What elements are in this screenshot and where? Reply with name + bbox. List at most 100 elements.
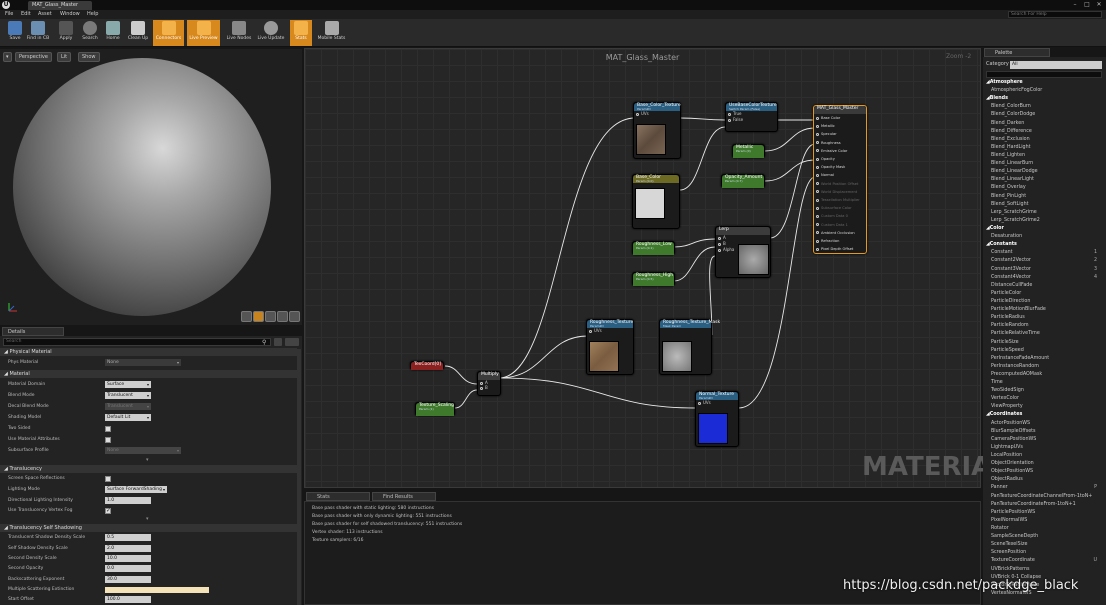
palette-item[interactable]: PanTextureCoordinateFrom-1toN+1: [986, 501, 1100, 509]
details-tab[interactable]: Details: [2, 327, 64, 336]
show-button[interactable]: Show: [78, 52, 100, 62]
minimize-icon[interactable]: –: [1070, 1, 1080, 8]
palette-item[interactable]: Lerp_ScratchGrime: [986, 209, 1100, 217]
second-density-scale-input[interactable]: 10.0: [105, 555, 151, 562]
palette-item[interactable]: Blend_LinearDodge: [986, 168, 1100, 176]
subsurface-profile-select[interactable]: None: [105, 447, 181, 454]
palette-item[interactable]: Panner P: [986, 484, 1100, 492]
expand-advanced-icon[interactable]: ▾: [146, 457, 149, 463]
node-roughness-high[interactable]: Roughness_High Param (0.5): [632, 272, 675, 286]
palette-item[interactable]: Blend_PinLight: [986, 193, 1100, 201]
node-multiply[interactable]: Multiply A B: [477, 371, 501, 396]
palette-item[interactable]: SampleSceneDepth: [986, 533, 1100, 541]
result-input-pin[interactable]: Tessellation Multiplier: [814, 196, 866, 204]
palette-item[interactable]: Constant4Vector 4: [986, 274, 1100, 282]
palette-item[interactable]: Desaturation: [986, 233, 1100, 241]
self-shadow-density-scale-input[interactable]: 2.0: [105, 545, 151, 552]
palette-item[interactable]: ScreenPosition: [986, 549, 1100, 557]
palette-item[interactable]: BlurSampleOffsets: [986, 428, 1100, 436]
palette-item[interactable]: Blend_Darken: [986, 120, 1100, 128]
phys-material-select[interactable]: None: [105, 359, 181, 366]
palette-item[interactable]: Constant 1: [986, 249, 1100, 257]
section-material[interactable]: ◢ Material: [0, 370, 297, 378]
palette-item[interactable]: ViewProperty: [986, 403, 1100, 411]
palette-item[interactable]: PixelNormalWS: [986, 517, 1100, 525]
category-select[interactable]: All: [1010, 61, 1102, 69]
result-input-pin[interactable]: Opacity: [814, 155, 866, 163]
node-normal-texture[interactable]: Normal_Texture Param2D UVs: [695, 391, 739, 447]
palette-item[interactable]: Time: [986, 379, 1100, 387]
view-options-icon[interactable]: [274, 338, 282, 346]
palette-item[interactable]: Blend_LinearBurn: [986, 160, 1100, 168]
node-roughness-texture-mask[interactable]: Roughness_Texture_Mask Mask Param: [659, 319, 720, 375]
help-search-input[interactable]: Search For Help: [1008, 11, 1102, 18]
palette-item[interactable]: TwoSidedSign: [986, 387, 1100, 395]
palette-search-input[interactable]: [986, 71, 1102, 78]
palette-item[interactable]: ParticleDirection: [986, 298, 1100, 306]
result-input-pin[interactable]: Metallic: [814, 122, 866, 130]
perspective-button[interactable]: Perspective: [15, 52, 52, 62]
palette-item[interactable]: ParticleColor: [986, 290, 1100, 298]
menu-asset[interactable]: Asset: [38, 10, 52, 19]
palette-category[interactable]: ◢Atmosphere: [986, 79, 1100, 87]
lit-button[interactable]: Lit: [57, 52, 72, 62]
mobile-stats-button[interactable]: Mobile Stats: [315, 20, 348, 46]
palette-item[interactable]: PerInstanceRandom: [986, 363, 1100, 371]
uvs-pin[interactable]: UVs: [634, 111, 680, 117]
menu-window[interactable]: Window: [60, 10, 80, 19]
palette-item[interactable]: LocalPosition: [986, 452, 1100, 460]
palette-item[interactable]: ParticleSize: [986, 339, 1100, 347]
palette-item[interactable]: Blend_Difference: [986, 128, 1100, 136]
palette-item[interactable]: LightmapUVs: [986, 444, 1100, 452]
menu-help[interactable]: Help: [87, 10, 98, 19]
node-base-color-texture[interactable]: Base_Color_Texture Param2D UVs: [633, 102, 681, 159]
blend-mode-select[interactable]: Translucent: [105, 392, 151, 399]
palette-item[interactable]: ObjectRadius: [986, 476, 1100, 484]
palette-item[interactable]: ParticleRelativeTime: [986, 330, 1100, 338]
palette-category[interactable]: ◢Blends: [986, 95, 1100, 103]
node-texture-scaling[interactable]: Texture_Scaling Param (1): [415, 402, 455, 416]
result-input-pin[interactable]: Roughness: [814, 139, 866, 147]
start-offset-input[interactable]: 100.0: [105, 596, 151, 603]
live-update-button[interactable]: Live Update: [256, 20, 286, 46]
connectors-button[interactable]: Connectors: [153, 20, 184, 46]
maximize-icon[interactable]: □: [1082, 1, 1092, 8]
clean-up-button[interactable]: Clean Up: [123, 20, 153, 46]
palette-item[interactable]: Blend_Overlay: [986, 184, 1100, 192]
palette-item[interactable]: ParticleRadius: [986, 314, 1100, 322]
shadow-density-scale-input[interactable]: 0.5: [105, 534, 151, 541]
preview-mesh-icon[interactable]: [289, 311, 300, 322]
two-sided-checkbox[interactable]: [105, 426, 111, 432]
preview-sphere-icon[interactable]: [253, 311, 264, 322]
live-nodes-button[interactable]: Live Nodes: [224, 20, 254, 46]
expand-translucency-icon[interactable]: ▾: [146, 516, 149, 522]
multiple-scattering-extinction-color[interactable]: [105, 587, 209, 593]
uvs-pin[interactable]: UVs: [587, 328, 633, 334]
second-opacity-input[interactable]: 0.0: [105, 565, 151, 572]
result-input-pin[interactable]: World Displacement: [814, 188, 866, 196]
result-input-pin[interactable]: Subsurface Color: [814, 204, 866, 212]
palette-category[interactable]: ◢Coordinates: [986, 411, 1100, 419]
palette-item[interactable]: ObjectPositionWS: [986, 468, 1100, 476]
node-material-result[interactable]: MAT_Glass_Master Base Color Metallic Specu…: [813, 105, 867, 254]
details-scrollbar[interactable]: [297, 349, 301, 605]
node-roughness-texture[interactable]: Roughness_Texture Param2D UVs: [586, 319, 634, 375]
lighting-mode-select[interactable]: Surface ForwardShading: [105, 486, 167, 493]
palette-item[interactable]: PanTextureCoordinateChannelFrom-1toN+: [986, 493, 1100, 501]
menu-edit[interactable]: Edit: [21, 10, 31, 19]
shading-model-select[interactable]: Default Lit: [105, 414, 151, 421]
tab-stats[interactable]: Stats: [306, 492, 370, 501]
preview-cylinder-icon[interactable]: [241, 311, 252, 322]
result-input-pin[interactable]: Emissive Color: [814, 147, 866, 155]
node-metallic[interactable]: Metallic Param (0): [732, 144, 765, 158]
palette-item[interactable]: Blend_ColorDodge: [986, 111, 1100, 119]
palette-item[interactable]: UVBrickPatterns: [986, 566, 1100, 574]
result-input-pin[interactable]: World Position Offset: [814, 180, 866, 188]
palette-item[interactable]: ObjectOrientation: [986, 460, 1100, 468]
palette-item[interactable]: ParticleRandom: [986, 322, 1100, 330]
use-material-attributes-checkbox[interactable]: [105, 437, 111, 443]
node-tex-coord[interactable]: TexCoord[0]: [410, 361, 444, 370]
section-translucency[interactable]: ◢ Translucency: [0, 465, 297, 473]
palette-item[interactable]: ParticlePositionWS: [986, 509, 1100, 517]
result-input-pin[interactable]: Ambient Occlusion: [814, 229, 866, 237]
